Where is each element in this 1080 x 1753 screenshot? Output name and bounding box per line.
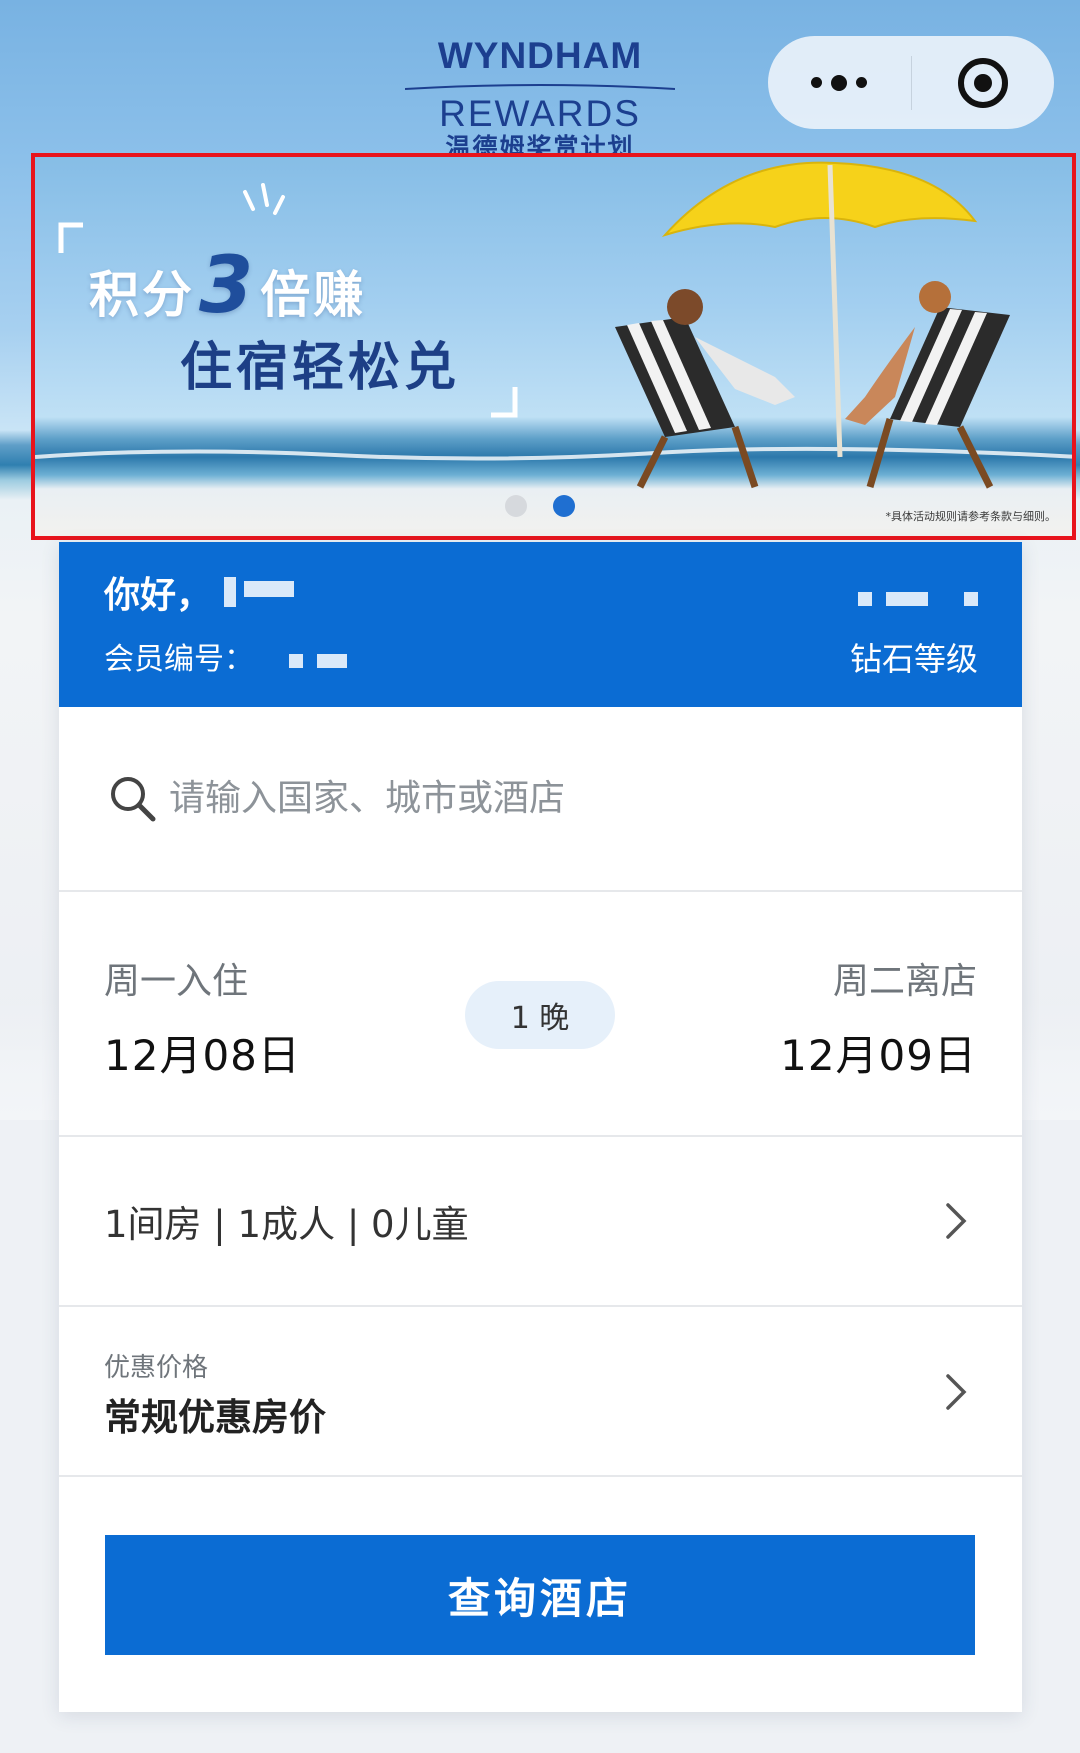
carousel-indicator — [505, 495, 575, 517]
rate-value: 常规优惠房价 — [104, 1396, 326, 1439]
carousel-dot-2[interactable] — [553, 495, 575, 517]
logo-swoosh-icon — [404, 84, 676, 90]
search-input[interactable] — [169, 778, 929, 819]
chevron-right-icon — [946, 1203, 967, 1239]
greeting: 你好， — [104, 575, 213, 616]
member-header: 你好， 会员编号： 钻石等级 — [59, 542, 1022, 707]
more-dots-icon — [811, 74, 868, 91]
masked-member-name — [224, 577, 294, 607]
nights-badge: 1 晚 — [465, 981, 615, 1049]
search-icon — [111, 776, 156, 821]
wyndham-rewards-logo: WYNDHAM REWARDS 温德姆奖赏计划 — [400, 36, 680, 163]
checkin-date: 12月08日 — [104, 1031, 301, 1080]
banner-headline: 积分3倍赚 — [89, 241, 367, 331]
checkout-date: 12月09日 — [780, 1031, 977, 1080]
member-tier: 钻石等级 — [849, 640, 978, 678]
logo-line1: WYNDHAM — [437, 35, 643, 76]
room-guests-selector[interactable]: 1间房 | 1成人 | 0儿童 — [59, 1137, 1022, 1307]
target-close-icon — [957, 57, 1008, 108]
close-miniprogram-button[interactable] — [912, 36, 1055, 129]
banner-multiplier: 3 — [199, 241, 257, 331]
banner-fine-print: *具体活动规则请参考条款与细则。 — [885, 510, 1057, 523]
guests-summary: 1间房 | 1成人 | 0儿童 — [104, 1203, 469, 1246]
promo-banner[interactable]: 积分3倍赚 住宿轻松兑 *具体活动规则请参考条款与细则。 — [31, 153, 1076, 540]
left-chair-icon — [615, 289, 795, 489]
more-button[interactable] — [768, 36, 911, 129]
checkout-date-block[interactable]: 周二离店 12月09日 — [780, 952, 977, 1083]
checkin-date-block[interactable]: 周一入住 12月08日 — [104, 952, 301, 1083]
rate-label: 优惠价格 — [104, 1353, 209, 1383]
destination-search[interactable] — [59, 707, 1022, 892]
member-number-label: 会员编号： — [104, 642, 254, 677]
page: WYNDHAM REWARDS 温德姆奖赏计划 积分3倍赚 住宿轻松兑 *具体活… — [0, 0, 1080, 1753]
date-selector[interactable]: 周一入住 12月08日 1 晚 周二离店 12月09日 — [59, 892, 1022, 1137]
search-hotels-button[interactable]: 查询酒店 — [105, 1535, 975, 1655]
banner-subline: 住宿轻松兑 — [180, 338, 461, 398]
checkout-label: 周二离店 — [832, 961, 977, 1002]
carousel-dot-1[interactable] — [505, 495, 527, 517]
booking-card: 你好， 会员编号： 钻石等级 请输入国家、城市或酒店 周一入住 12月08日 1… — [59, 542, 1022, 1712]
masked-member-points — [858, 592, 978, 606]
checkin-label: 周一入住 — [104, 961, 249, 1002]
miniprogram-capsule — [768, 36, 1054, 129]
logo-line2: REWARDS — [439, 93, 641, 134]
chevron-right-icon — [946, 1374, 967, 1410]
masked-member-number — [289, 654, 347, 668]
rate-selector[interactable]: 优惠价格 常规优惠房价 — [59, 1307, 1022, 1477]
right-chair-icon — [845, 281, 1010, 489]
